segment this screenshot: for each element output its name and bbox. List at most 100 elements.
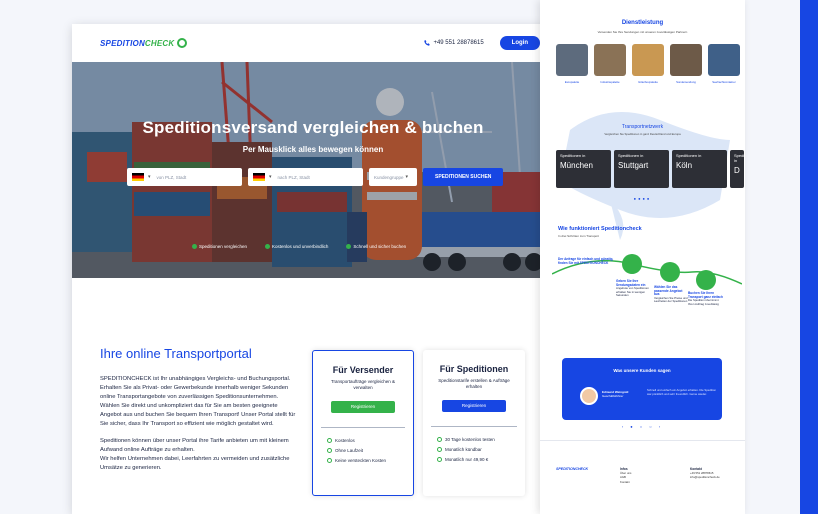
from-location-placeholder: von PLZ, Stadt — [156, 174, 187, 180]
check-icon — [327, 458, 332, 463]
card-title: Für Versender — [332, 365, 394, 375]
city-card[interactable]: Speditionen in D — [730, 150, 745, 188]
testimonial-card: Was unsere Kunden sagen Edmund Weingold G… — [562, 358, 722, 420]
testimonial-pagination[interactable]: ‹ ● ○ ○ › — [540, 424, 745, 429]
feature-item: Kostenlos — [327, 438, 413, 443]
footer-contact-column: Kontakt +49 551 28878615 info@speditionc… — [690, 467, 720, 480]
logo-text-part1: SPEDITION — [100, 38, 145, 48]
step-text: Die Spedition übernimmt Ihren Auftrag zu… — [688, 298, 719, 306]
phone-icon — [424, 40, 431, 46]
feature-item: 30 Tage kostenlos testen — [437, 437, 525, 442]
to-location-placeholder: nach PLZ, Stadt — [277, 174, 310, 180]
register-carrier-button[interactable]: Registrieren — [442, 400, 506, 412]
services-title: Dienstleistung — [621, 20, 664, 26]
germany-flag-icon — [253, 173, 265, 181]
customer-group-select[interactable]: Kundengruppe ▾ — [369, 168, 417, 186]
city-prefix: Speditionen in — [560, 153, 586, 158]
about-section: Ihre online Transportportal SPEDITIONCHE… — [100, 346, 300, 481]
feature-label: Kostenlos — [335, 438, 355, 443]
feature-label: Monatlich nur 49,90 € — [445, 457, 489, 462]
hero-section: Speditionsversand vergleichen & buchen P… — [72, 62, 554, 278]
about-paragraph: Speditionen können über unser Portal ihr… — [100, 437, 300, 473]
service-labels: Europalette Industriepalette Gitterboxpa… — [556, 80, 740, 84]
presentation-canvas: SPEDITION CHECK +49 551 28878615 Login S… — [0, 0, 818, 514]
avatar — [580, 387, 598, 405]
logo[interactable]: SPEDITION CHECK — [100, 38, 188, 48]
carousel-pagination[interactable]: ●●●● — [540, 196, 745, 201]
hero-benefits: Speditionen vergleichen Kostenlos und un… — [192, 244, 406, 249]
footer-email[interactable]: info@speditioncheck.de — [690, 475, 720, 479]
testimonials-title: Was unsere Kunden sagen — [613, 368, 671, 373]
card-subtitle: Transportaufträge vergleichen & verwalte… — [330, 379, 396, 390]
step-text: Vergleichen Sie Preise und Laufzeiten de… — [654, 295, 688, 304]
logo-mark-icon — [177, 38, 188, 48]
feature-item: Ohne Laufzeit — [327, 448, 413, 453]
service-tile-image[interactable] — [670, 44, 702, 76]
step-intro: Der Anfrage für einfach und günstig, fin… — [558, 257, 620, 265]
phone-number: +49 551 28878615 — [433, 40, 484, 46]
service-label: Seefrachtcontainer — [712, 80, 736, 84]
footer-link[interactable]: Kontakt — [620, 480, 630, 484]
services-subtitle: Versenden Sie Ihre Sendungen mit unseren… — [597, 30, 688, 34]
service-tile-image[interactable] — [632, 44, 664, 76]
city-name: D — [734, 166, 740, 175]
about-text-4: Speditionen können über unser Portal ihr… — [100, 438, 289, 453]
benefit-label: Schnell und sicher buchen — [353, 244, 407, 249]
divider — [431, 426, 517, 427]
service-tile-image[interactable] — [556, 44, 588, 76]
service-tiles — [556, 44, 740, 76]
to-location-field[interactable]: ▾ nach PLZ, Stadt — [248, 168, 363, 186]
reviewer: Edmund Weingold Geschäftsführer — [602, 390, 628, 398]
about-title: Ihre online Transportportal — [100, 346, 252, 361]
top-navigation: SPEDITION CHECK +49 551 28878615 Login — [72, 24, 554, 62]
review-quote: Schnell und einfach ein Angebot erhalten… — [647, 388, 717, 396]
check-icon — [346, 244, 352, 249]
phone-contact[interactable]: +49 551 28878615 — [424, 40, 484, 46]
feature-list: Kostenlos Ohne Laufzeit Keine versteckte… — [313, 438, 413, 463]
network-title: Transportnetzwerk — [621, 124, 664, 130]
service-label: Sondersendung — [676, 80, 696, 84]
check-icon — [327, 448, 332, 453]
register-shipper-button[interactable]: Registrieren — [331, 401, 395, 413]
step-1: Geben Sie Ihre Sendungsdaten ein Angebote… — [616, 279, 652, 298]
hero-title: Speditionsversand vergleichen & buchen — [142, 118, 484, 137]
benefit-item: Kostenlos und unverbindlich — [265, 244, 328, 249]
footer-info-column: Infos Über uns AGB Kontakt — [620, 467, 631, 484]
benefit-label: Kostenlos und unverbindlich — [272, 244, 329, 249]
city-cards: Speditionen in München Speditionen in Stut… — [556, 150, 745, 188]
feature-item: Monatlich kündbar — [437, 447, 525, 452]
city-name: Stuttgart — [618, 161, 649, 170]
from-location-field[interactable]: ▾ von PLZ, Stadt — [127, 168, 242, 186]
footer-brand: SPEDITIONCHECK — [556, 467, 588, 471]
footer-logo[interactable]: SPEDITIONCHECK — [556, 467, 588, 471]
carrier-card: Für Speditionen Speditionstarife erstell… — [423, 350, 525, 496]
check-icon — [437, 457, 442, 462]
benefit-item: Speditionen vergleichen — [192, 244, 247, 249]
step-2: Wählen Sie das passende Angebot aus Vergl… — [654, 285, 688, 304]
city-card[interactable]: Speditionen in Köln — [672, 150, 727, 188]
step-text: Angebote von Speditionen erhalten Sie in… — [616, 286, 649, 298]
footer: SPEDITIONCHECK Infos Über uns AGB Kontak… — [540, 440, 745, 514]
login-button[interactable]: Login — [499, 36, 540, 50]
chevron-down-icon: ▾ — [148, 174, 151, 180]
city-prefix: Speditionen in — [734, 153, 745, 163]
reviewer-role: Geschäftsführer — [602, 394, 624, 398]
benefit-label: Speditionen vergleichen — [199, 244, 248, 249]
feature-label: 30 Tage kostenlos testen — [445, 437, 495, 442]
how-it-works-title: Wie funktioniert Speditioncheck — [558, 226, 642, 232]
card-title: Für Speditionen — [439, 364, 509, 374]
city-card[interactable]: Speditionen in München — [556, 150, 611, 188]
check-icon — [327, 438, 332, 443]
service-tile-image[interactable] — [708, 44, 740, 76]
chevron-down-icon: ▾ — [405, 174, 409, 180]
step-3: Buchen Sie Ihren Transport ganz einfach D… — [688, 291, 724, 306]
hero-subtitle: Per Mausklick alles bewegen können — [242, 145, 384, 154]
check-icon — [437, 447, 442, 452]
check-icon — [265, 244, 271, 249]
feature-item: Monatlich nur 49,90 € — [437, 457, 525, 462]
city-prefix: Speditionen in — [676, 153, 702, 158]
service-tile-image[interactable] — [594, 44, 626, 76]
city-card[interactable]: Speditionen in Stuttgart — [614, 150, 669, 188]
card-subtitle: Speditionstarife erstellen & Aufträge er… — [438, 378, 510, 389]
search-shippers-button[interactable]: SPEDITIONEN SUCHEN — [423, 168, 504, 186]
